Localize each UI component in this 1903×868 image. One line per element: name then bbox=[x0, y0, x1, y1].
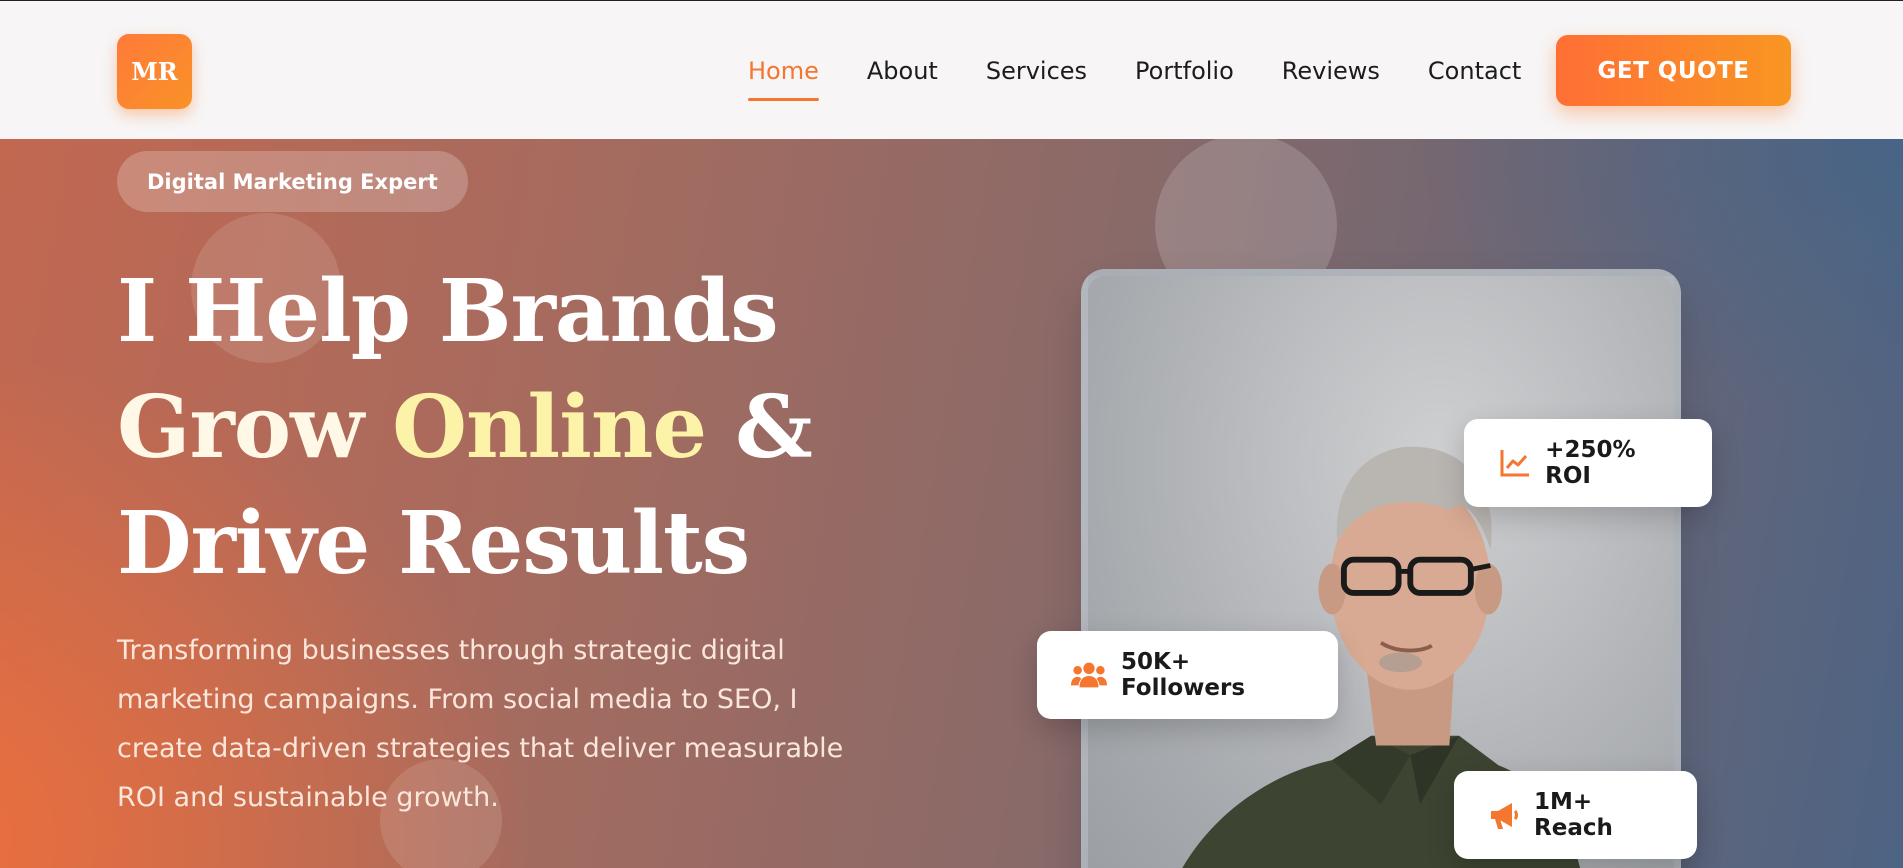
nav-home[interactable]: Home bbox=[748, 57, 819, 101]
stat-reach-card: 1M+ Reach bbox=[1454, 771, 1697, 859]
stat-followers-card: 50K+ Followers bbox=[1037, 631, 1338, 719]
headline-online: Online bbox=[392, 377, 707, 478]
stat-roi-card: +250% ROI bbox=[1464, 419, 1712, 507]
users-icon bbox=[1071, 657, 1107, 693]
nav-about[interactable]: About bbox=[867, 57, 938, 85]
headline-line-1: I Help Brands bbox=[117, 261, 779, 362]
nav-portfolio[interactable]: Portfolio bbox=[1135, 57, 1234, 85]
chart-line-icon bbox=[1498, 445, 1531, 481]
hero-description: Transforming businesses through strategi… bbox=[117, 635, 844, 813]
nav-contact[interactable]: Contact bbox=[1428, 57, 1521, 85]
headline-ampersand: & bbox=[706, 377, 813, 478]
expert-badge: Digital Marketing Expert bbox=[117, 151, 468, 212]
site-header: MR Home About Services Portfolio Reviews… bbox=[0, 0, 1903, 139]
get-quote-button[interactable]: GET QUOTE bbox=[1556, 35, 1791, 106]
megaphone-icon bbox=[1488, 797, 1520, 833]
headline-line-3: Drive Results bbox=[117, 493, 750, 594]
stat-followers-label: 50K+ Followers bbox=[1121, 649, 1246, 701]
stat-roi-label: +250% ROI bbox=[1545, 437, 1636, 489]
hero-headline: I Help Brands Grow Online & Drive Result… bbox=[117, 254, 877, 602]
headline-line-2: Grow Online & bbox=[117, 370, 877, 486]
headline-grow: Grow bbox=[117, 377, 393, 478]
nav-services[interactable]: Services bbox=[986, 57, 1087, 85]
logo[interactable]: MR bbox=[117, 34, 192, 109]
main-nav: Home About Services Portfolio Reviews Co… bbox=[748, 1, 1521, 140]
stat-reach-label: 1M+ Reach bbox=[1534, 789, 1613, 841]
hero-section: Digital Marketing Expert I Help Brands G… bbox=[0, 139, 1903, 868]
nav-reviews[interactable]: Reviews bbox=[1282, 57, 1380, 85]
